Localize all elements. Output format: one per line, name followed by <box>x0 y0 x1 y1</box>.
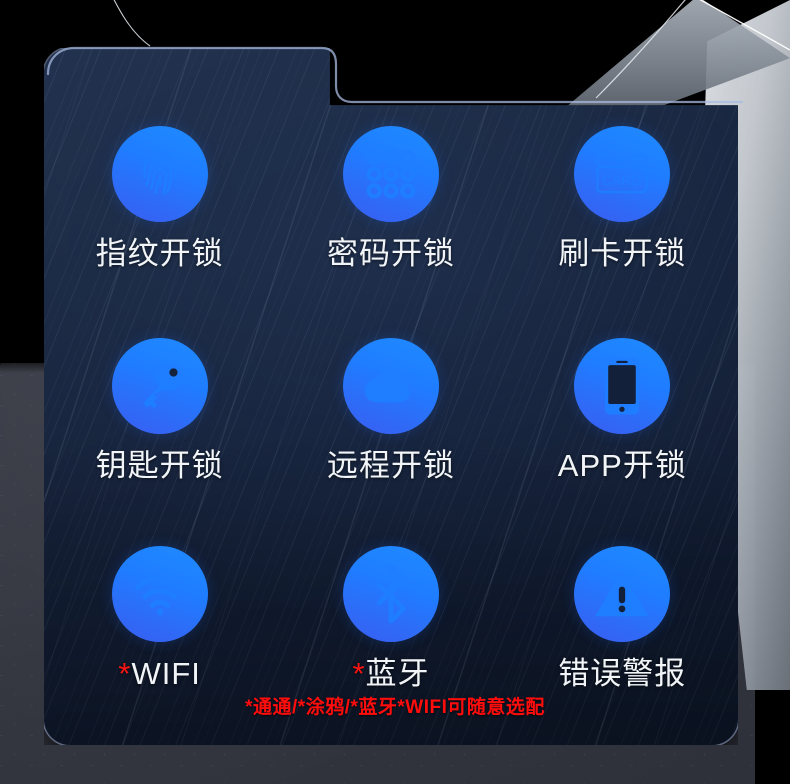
wifi-icon <box>112 546 208 642</box>
feature-label: 钥匙开锁 <box>95 448 224 483</box>
bluetooth-icon <box>343 546 439 642</box>
cloud-remote-icon <box>343 338 439 434</box>
card-icon: CARD <box>574 126 670 222</box>
asterisk-marker: * <box>118 656 132 691</box>
footnote-note: *通通/*涂鸦/*蓝牙*WIFI可随意选配 <box>245 697 545 718</box>
feature-label: 错误警报 <box>558 656 687 691</box>
feature-fingerprint[interactable]: 指纹开锁 <box>44 126 275 338</box>
feature-label: 刷卡开锁 <box>558 236 687 271</box>
smartphone-icon <box>574 338 670 434</box>
feature-label: *WIFI <box>118 656 201 691</box>
feature-grid: 指纹开锁 密码开锁 CARD 刷卡开锁 钥匙开锁 远程开锁 APP开锁 *WIF… <box>44 48 738 745</box>
feature-label: APP开锁 <box>557 448 687 483</box>
asterisk-marker: * <box>352 656 366 691</box>
feature-bluetooth[interactable]: *蓝牙 <box>275 546 506 754</box>
fingerprint-icon <box>112 126 208 222</box>
feature-label: 远程开锁 <box>326 448 455 483</box>
feature-remote[interactable]: 远程开锁 <box>275 338 506 546</box>
keypad-icon <box>343 126 439 222</box>
feature-label: 密码开锁 <box>326 236 455 271</box>
feature-label-text: 蓝牙 <box>365 656 430 691</box>
feature-alarm[interactable]: 错误警报 <box>507 546 738 754</box>
feature-app[interactable]: APP开锁 <box>507 338 738 546</box>
poster-canvas: 指纹开锁 密码开锁 CARD 刷卡开锁 钥匙开锁 远程开锁 APP开锁 *WIF… <box>0 0 790 784</box>
feature-keypad[interactable]: 密码开锁 <box>275 126 506 338</box>
feature-label: 指纹开锁 <box>95 236 224 271</box>
feature-label-text: WIFI <box>131 656 201 691</box>
feature-key[interactable]: 钥匙开锁 <box>44 338 275 546</box>
warning-icon <box>574 546 670 642</box>
feature-label: *蓝牙 <box>352 656 430 691</box>
card-icon-text: CARD <box>602 173 642 188</box>
feature-wifi[interactable]: *WIFI <box>44 546 275 754</box>
feature-card-swipe[interactable]: CARD 刷卡开锁 <box>507 126 738 338</box>
key-icon <box>112 338 208 434</box>
